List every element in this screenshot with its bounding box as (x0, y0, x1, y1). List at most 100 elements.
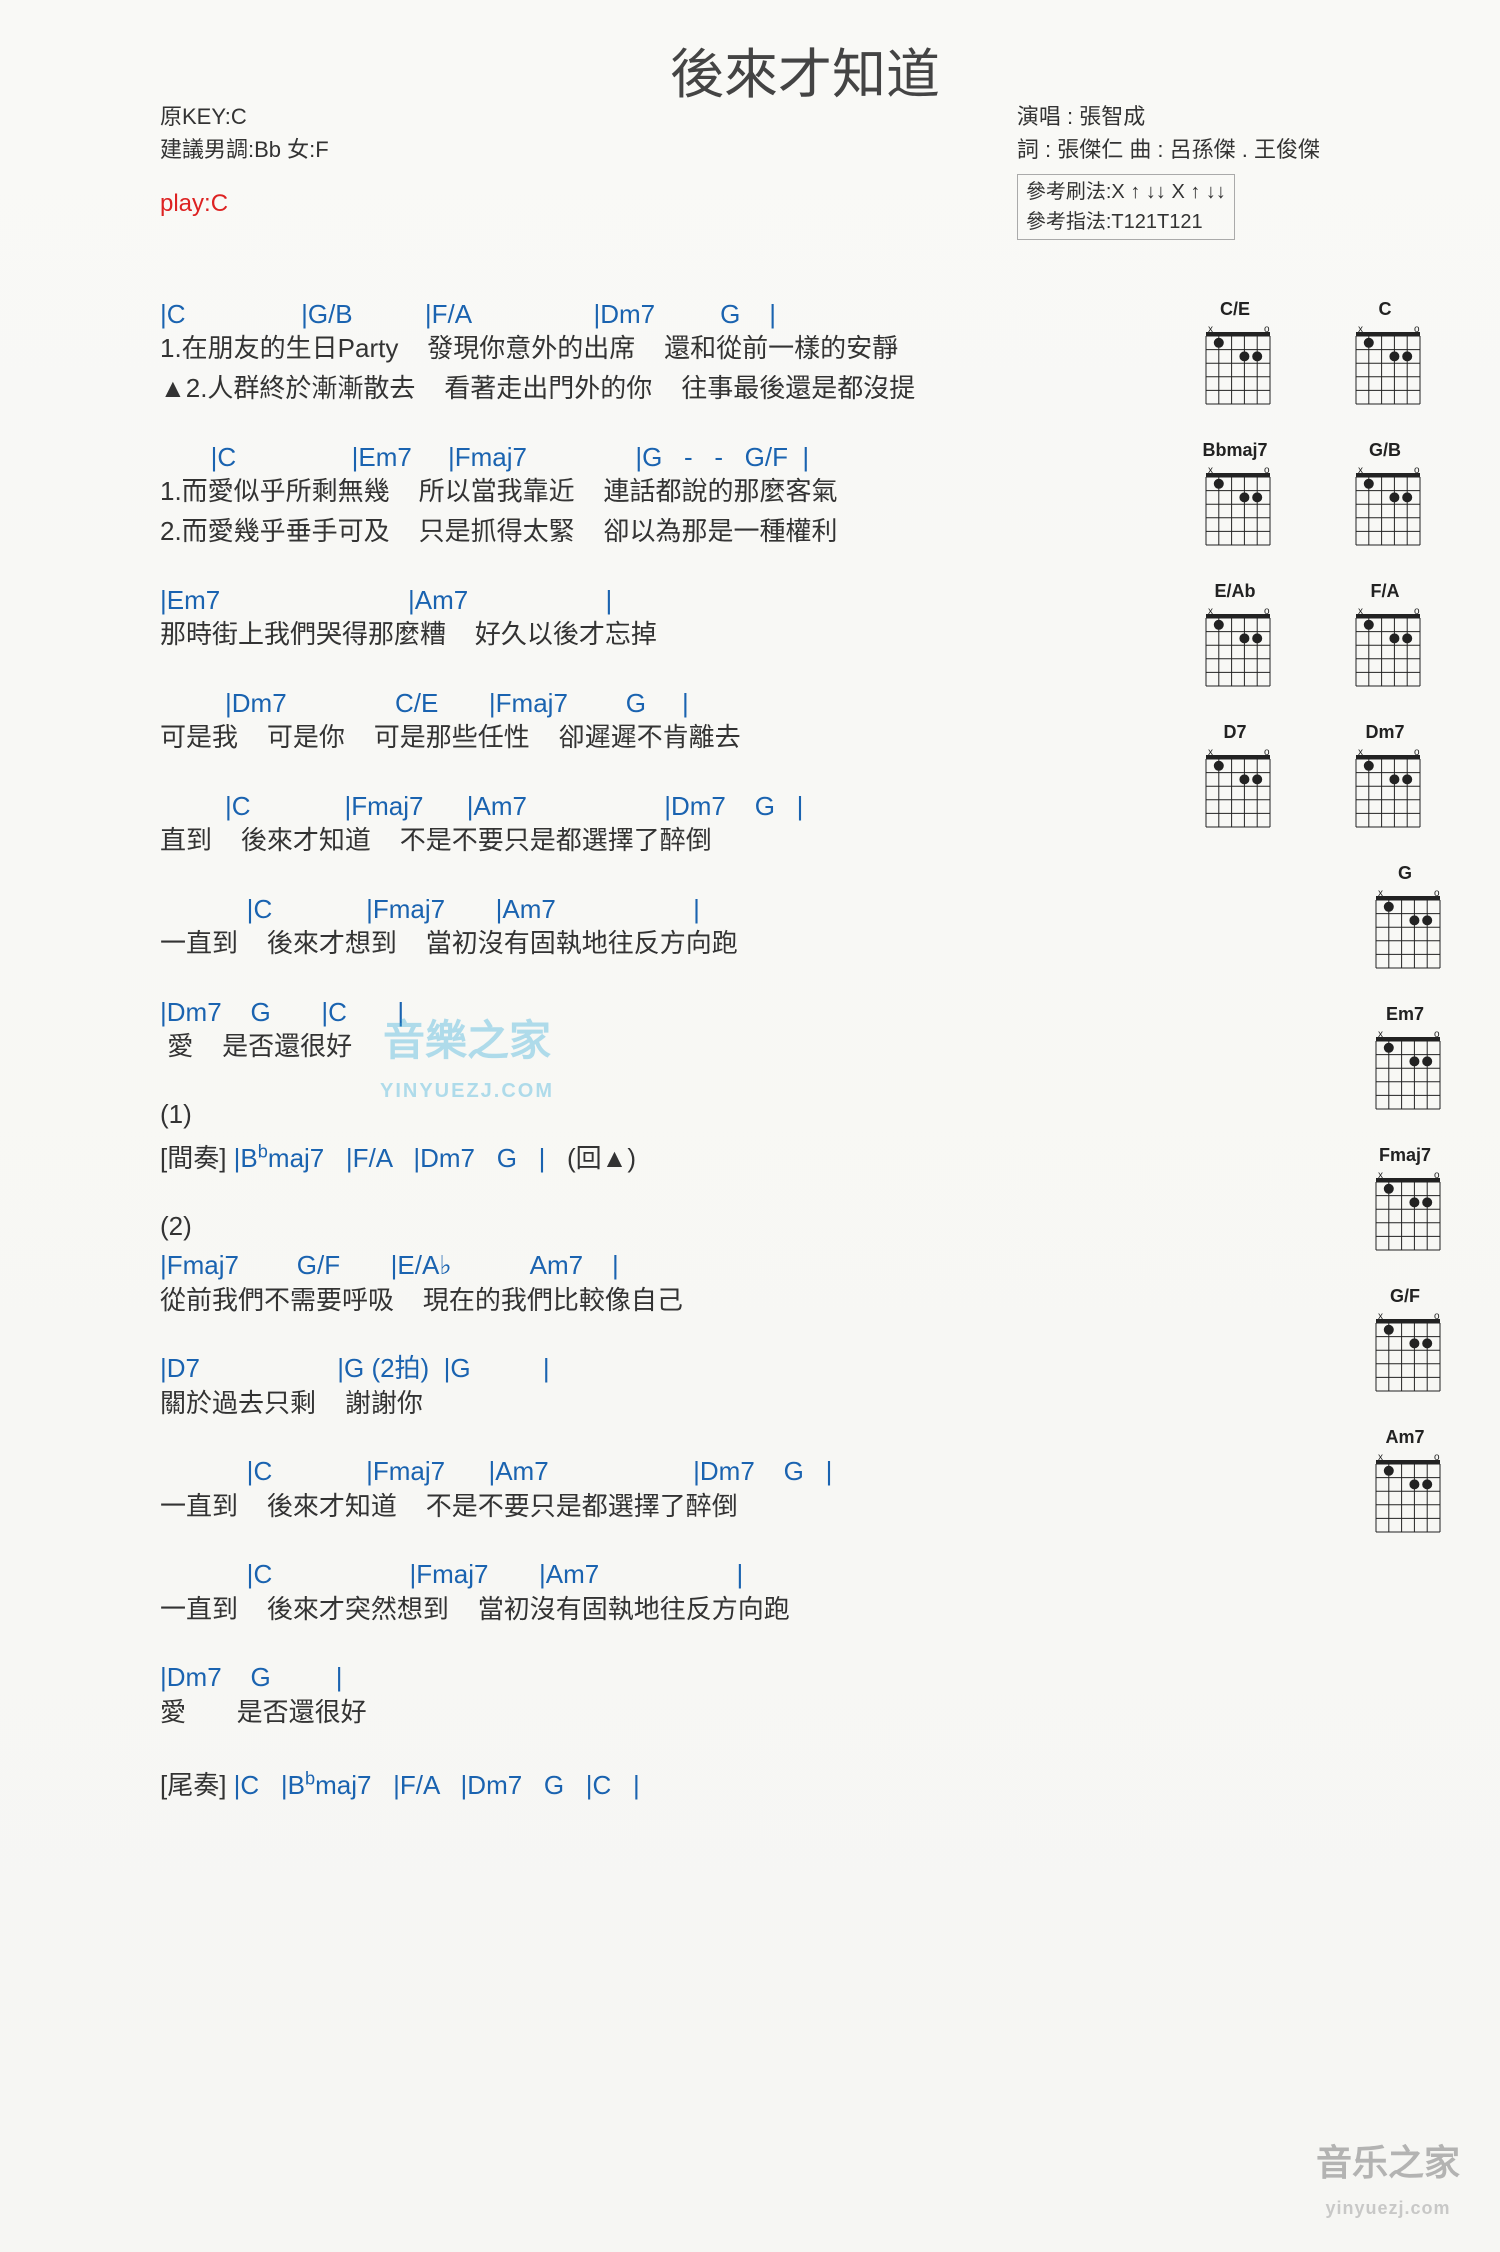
chord-name: G/B (1330, 440, 1440, 461)
svg-text:o: o (1264, 606, 1270, 617)
meta-right: 演唱 : 張智成 詞 : 張傑仁 曲 : 呂孫傑 . 王俊傑 參考刷法:X ↑ … (1017, 100, 1320, 240)
chord-diagram: Am7xo (1350, 1427, 1460, 1540)
svg-text:x: x (1378, 1452, 1383, 1463)
fretboard-icon: xo (1350, 1450, 1460, 1540)
chord-diagram: Dm7xo (1330, 722, 1440, 835)
chord-diagram: C/Exo (1180, 299, 1290, 412)
section-label: (1) (160, 1099, 1140, 1130)
svg-text:o: o (1264, 747, 1270, 758)
chord-diagram-row: Gx o (1180, 863, 1460, 976)
chord-line: |C |Fmaj7 |Am7 | (160, 894, 1140, 925)
svg-text:o: o (1414, 465, 1420, 476)
chord-line: |Dm7 G |C | (160, 997, 1140, 1028)
chord-diagram-row: D7xoDm7xo (1180, 722, 1460, 835)
credits: 詞 : 張傑仁 曲 : 呂孫傑 . 王俊傑 (1017, 133, 1320, 166)
fretboard-icon: xo (1350, 1027, 1460, 1117)
chord-name: G (1350, 863, 1460, 884)
chord-line: |D7 |G (2拍) |G | (160, 1353, 1140, 1384)
chord-line: |C |Fmaj7 |Am7 |Dm7 G | (160, 791, 1140, 822)
svg-text:x: x (1208, 324, 1213, 335)
svg-text:o: o (1264, 324, 1270, 335)
suggested-key: 建議男調:Bb 女:F (160, 133, 329, 166)
strum-pattern: 參考刷法:X ↑ ↓↓ X ↑ ↓↓ (1026, 177, 1226, 207)
chord-line: |Dm7 G | (160, 1662, 1140, 1693)
lyric-line: 一直到 後來才突然想到 當初沒有固執地往反方向跑 (160, 1593, 1140, 1627)
lyric-line: 那時街上我們哭得那麼糟 好久以後才忘掉 (160, 618, 1140, 652)
chord-name: E/Ab (1180, 581, 1290, 602)
fretboard-icon: xo (1330, 745, 1440, 835)
chord-diagram: G/Fxo (1350, 1286, 1460, 1399)
svg-text:o: o (1434, 1311, 1440, 1322)
chord-name: C/E (1180, 299, 1290, 320)
fretboard-icon: xo (1180, 463, 1290, 553)
chord-line: |C |Fmaj7 |Am7 |Dm7 G | (160, 1456, 1140, 1487)
lyric-line: 可是我 可是你 可是那些任性 卻遲遲不肯離去 (160, 721, 1140, 755)
fretboard-icon: xo (1180, 604, 1290, 694)
svg-text:o: o (1434, 1170, 1440, 1181)
svg-text:o: o (1434, 1452, 1440, 1463)
chord-name: Fmaj7 (1350, 1145, 1460, 1166)
chord-diagram-column: C/ExoCxoBbmaj7xoG/BxoE/AbxoF/AxoD7xoDm7x… (1180, 299, 1460, 1568)
svg-text:x: x (1378, 888, 1383, 899)
chord-diagram: Cxo (1330, 299, 1440, 412)
pattern-box: 參考刷法:X ↑ ↓↓ X ↑ ↓↓ 參考指法:T121T121 (1017, 174, 1235, 240)
svg-text:x: x (1358, 324, 1363, 335)
svg-text:x: x (1358, 465, 1363, 476)
chord-name: D7 (1180, 722, 1290, 743)
watermark-corner: 音乐之家 yinyuezj.com (1316, 2143, 1460, 2222)
original-key: 原KEY:C (160, 100, 329, 133)
chord-diagram-row: Am7xo (1180, 1427, 1460, 1540)
outro-line: [尾奏] |C |Bbmaj7 |F/A |Dm7 G |C | (160, 1765, 1140, 1802)
lyric-line: 愛 是否還很好 (160, 1696, 1140, 1730)
chord-name: Am7 (1350, 1427, 1460, 1448)
svg-text:x: x (1208, 606, 1213, 617)
svg-text:o: o (1414, 606, 1420, 617)
fretboard-icon: xo (1180, 322, 1290, 412)
chord-diagram: Gx o (1350, 863, 1460, 976)
chord-diagram-row: C/ExoCxo (1180, 299, 1460, 412)
chord-diagram-row: G/Fxo (1180, 1286, 1460, 1399)
svg-text:x: x (1378, 1170, 1383, 1181)
lyrics-column: |C |G/B |F/A |Dm7 G |1.在朋友的生日Party 發現你意外… (160, 299, 1140, 1802)
svg-text:x: x (1208, 747, 1213, 758)
finger-pattern: 參考指法:T121T121 (1026, 207, 1226, 237)
chord-diagram: Bbmaj7xo (1180, 440, 1290, 553)
lyric-line: 關於過去只剩 謝謝你 (160, 1387, 1140, 1421)
lyric-line: 2.而愛幾乎垂手可及 只是抓得太緊 卻以為那是一種權利 (160, 515, 1140, 549)
lyric-line: 直到 後來才知道 不是不要只是都選擇了醉倒 (160, 824, 1140, 858)
lyric-line: 1.而愛似乎所剩無幾 所以當我靠近 連話都說的那麼客氣 (160, 475, 1140, 509)
chord-diagram: E/Abxo (1180, 581, 1290, 694)
chord-diagram-row: Fmaj7xo (1180, 1145, 1460, 1258)
lyric-line: ▲2.人群終於漸漸散去 看著走出門外的你 往事最後還是都沒提 (160, 372, 1140, 406)
chord-diagram: F/Axo (1330, 581, 1440, 694)
singer: 演唱 : 張智成 (1017, 100, 1320, 133)
fretboard-icon: xo (1350, 1309, 1460, 1399)
chord-diagram-row: Bbmaj7xoG/Bxo (1180, 440, 1460, 553)
song-title: 後來才知道 (160, 30, 1450, 109)
svg-text:x: x (1358, 747, 1363, 758)
fretboard-icon: xo (1350, 1168, 1460, 1258)
chord-name: Dm7 (1330, 722, 1440, 743)
chord-name: Bbmaj7 (1180, 440, 1290, 461)
svg-text:x: x (1378, 1029, 1383, 1040)
chord-diagram: D7 x o (1180, 722, 1290, 835)
chord-line: |Dm7 C/E |Fmaj7 G | (160, 688, 1140, 719)
svg-text:o: o (1434, 1029, 1440, 1040)
chord-sheet: 後來才知道 原KEY:C 建議男調:Bb 女:F play:C 演唱 : 張智成… (0, 0, 1500, 2252)
interlude-line: [間奏] |Bbmaj7 |F/A |Dm7 G | (回▲) (160, 1138, 1140, 1175)
chord-name: F/A (1330, 581, 1440, 602)
chord-name: G/F (1350, 1286, 1460, 1307)
chord-diagram-row: Em7xo (1180, 1004, 1460, 1117)
fretboard-icon: xo (1330, 604, 1440, 694)
svg-text:o: o (1434, 888, 1440, 899)
meta-left: 原KEY:C 建議男調:Bb 女:F play:C (160, 100, 329, 222)
lyric-line: 愛 是否還很好 (160, 1030, 1140, 1064)
chord-diagram: Fmaj7xo (1350, 1145, 1460, 1258)
play-key: play:C (160, 186, 329, 222)
chord-line: |C |G/B |F/A |Dm7 G | (160, 299, 1140, 330)
chord-line: |C |Fmaj7 |Am7 | (160, 1559, 1140, 1590)
fretboard-icon: xo (1330, 322, 1440, 412)
fretboard-icon: xo (1330, 463, 1440, 553)
chord-line: |C |Em7 |Fmaj7 |G - - G/F | (160, 442, 1140, 473)
svg-text:x: x (1358, 606, 1363, 617)
